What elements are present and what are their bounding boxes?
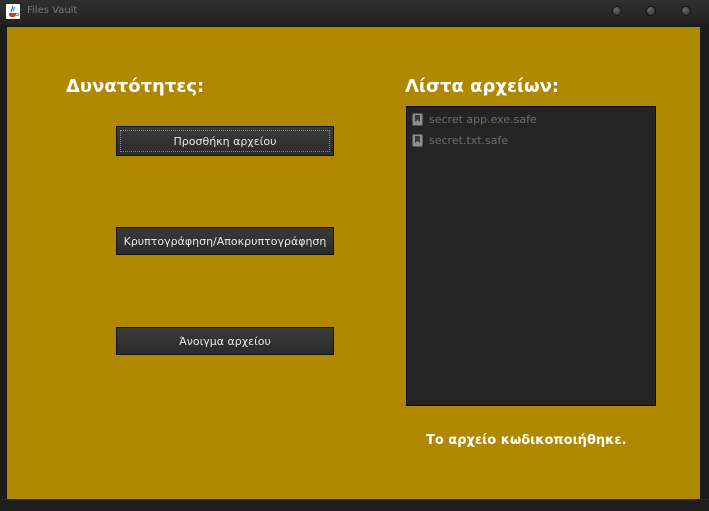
open-file-button[interactable]: Άνοιγμα αρχείου bbox=[116, 327, 334, 355]
capabilities-heading: Δυνατότητες: bbox=[66, 76, 205, 97]
maximize-button[interactable] bbox=[646, 6, 656, 16]
file-icon bbox=[412, 112, 423, 126]
file-list[interactable]: secret app.exe.safe secret.txt.safe bbox=[406, 106, 656, 406]
status-message: Το αρχείο κωδικοποιήθηκε. bbox=[426, 433, 627, 448]
encrypt-decrypt-button-label: Κρυπτογράφηση/Αποκρυπτογράφηση bbox=[123, 234, 327, 248]
close-button[interactable] bbox=[681, 6, 691, 16]
open-file-button-label: Άνοιγμα αρχείου bbox=[179, 334, 271, 348]
minimize-button[interactable] bbox=[612, 6, 622, 16]
list-item[interactable]: secret.txt.safe bbox=[412, 131, 650, 149]
file-list-heading: Λίστα αρχείων: bbox=[405, 76, 560, 97]
add-file-button[interactable]: Προσθήκη αρχείου bbox=[116, 126, 334, 156]
window-title: Files Vault bbox=[27, 5, 78, 16]
java-cup-icon bbox=[6, 4, 20, 19]
title-bar[interactable]: Files Vault bbox=[0, 0, 709, 25]
encrypt-decrypt-button[interactable]: Κρυπτογράφηση/Αποκρυπτογράφηση bbox=[116, 227, 334, 255]
file-name: secret app.exe.safe bbox=[429, 112, 537, 126]
focus-ring bbox=[120, 130, 330, 152]
file-name: secret.txt.safe bbox=[429, 133, 509, 147]
list-item[interactable]: secret app.exe.safe bbox=[412, 110, 650, 128]
file-icon bbox=[412, 133, 423, 147]
window-bottom-edge bbox=[0, 499, 709, 511]
